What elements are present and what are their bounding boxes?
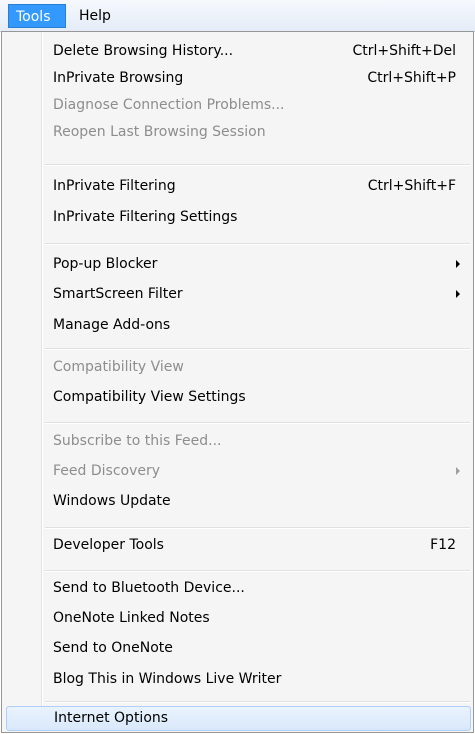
menu-item-shortcut: Ctrl+Shift+P [367,70,456,86]
menu-item-label: Send to OneNote [53,640,173,656]
menu-separator [45,422,470,424]
menu-item-label: Subscribe to this Feed... [53,433,222,449]
menu-tools[interactable]: Tools [8,4,66,28]
menu-item-label: SmartScreen Filter [53,286,183,302]
menu-item-smartscreen-filter[interactable]: SmartScreen Filter [5,282,470,309]
menu-item-reopen-last-session: Reopen Last Browsing Session [5,120,470,147]
menu-item-label: Compatibility View [53,359,184,375]
submenu-arrow-icon [456,260,460,268]
menu-item-label: Delete Browsing History... [53,43,234,59]
menu-item-diagnose-connection-problems: Diagnose Connection Problems... [5,93,470,120]
menu-item-label: Reopen Last Browsing Session [53,124,266,140]
tools-dropdown-menu: Delete Browsing History... Ctrl+Shift+De… [1,31,474,733]
menu-item-label: Internet Options [54,710,169,726]
menu-separator [45,164,470,166]
menu-item-send-to-bluetooth[interactable]: Send to Bluetooth Device... [5,576,470,603]
menu-item-inprivate-browsing[interactable]: InPrivate Browsing Ctrl+Shift+P [5,66,470,93]
menu-item-feed-discovery: Feed Discovery [5,459,470,486]
menu-item-onenote-linked-notes[interactable]: OneNote Linked Notes [5,606,470,633]
menu-separator [45,570,470,572]
submenu-arrow-icon [456,290,460,298]
menu-item-shortcut: Ctrl+Shift+Del [352,43,456,59]
menu-item-label: Manage Add-ons [53,317,171,333]
menu-separator [45,348,470,350]
menu-item-label: Developer Tools [53,537,164,553]
menu-item-inprivate-filtering[interactable]: InPrivate Filtering Ctrl+Shift+F [5,174,470,201]
menu-separator [45,527,470,529]
menu-item-label: InPrivate Filtering Settings [53,209,238,225]
menu-item-delete-browsing-history[interactable]: Delete Browsing History... Ctrl+Shift+De… [5,39,470,66]
menu-separator [45,243,470,245]
menu-item-compatibility-view-settings[interactable]: Compatibility View Settings [5,385,470,412]
menu-item-developer-tools[interactable]: Developer Tools F12 [5,533,470,560]
menu-item-label: Send to Bluetooth Device... [53,580,245,596]
menu-item-label: Windows Update [53,493,171,509]
menu-item-popup-blocker[interactable]: Pop-up Blocker [5,252,470,279]
menu-item-label: Diagnose Connection Problems... [53,97,285,113]
menu-item-compatibility-view: Compatibility View [5,355,470,382]
menu-item-shortcut: F12 [430,537,456,553]
menu-item-blog-this[interactable]: Blog This in Windows Live Writer [5,667,470,694]
menu-item-shortcut: Ctrl+Shift+F [367,178,456,194]
menu-separator [45,701,470,703]
menu-item-label: OneNote Linked Notes [53,610,210,626]
menu-item-internet-options[interactable]: Internet Options [6,706,471,731]
menu-item-subscribe-to-feed: Subscribe to this Feed... [5,429,470,456]
menu-bar: Tools Help [0,0,475,32]
menu-item-manage-add-ons[interactable]: Manage Add-ons [5,313,470,340]
menu-item-label: InPrivate Browsing [53,70,184,86]
menu-item-label: Pop-up Blocker [53,256,158,272]
menu-item-label: Compatibility View Settings [53,389,246,405]
menu-item-label: InPrivate Filtering [53,178,176,194]
menu-item-send-to-onenote[interactable]: Send to OneNote [5,636,470,663]
menu-item-label: Feed Discovery [53,463,161,479]
menu-item-windows-update[interactable]: Windows Update [5,489,470,516]
menu-item-inprivate-filtering-settings[interactable]: InPrivate Filtering Settings [5,205,470,232]
submenu-arrow-icon [456,467,460,475]
menu-help[interactable]: Help [72,4,124,28]
menu-item-label: Blog This in Windows Live Writer [53,671,282,687]
